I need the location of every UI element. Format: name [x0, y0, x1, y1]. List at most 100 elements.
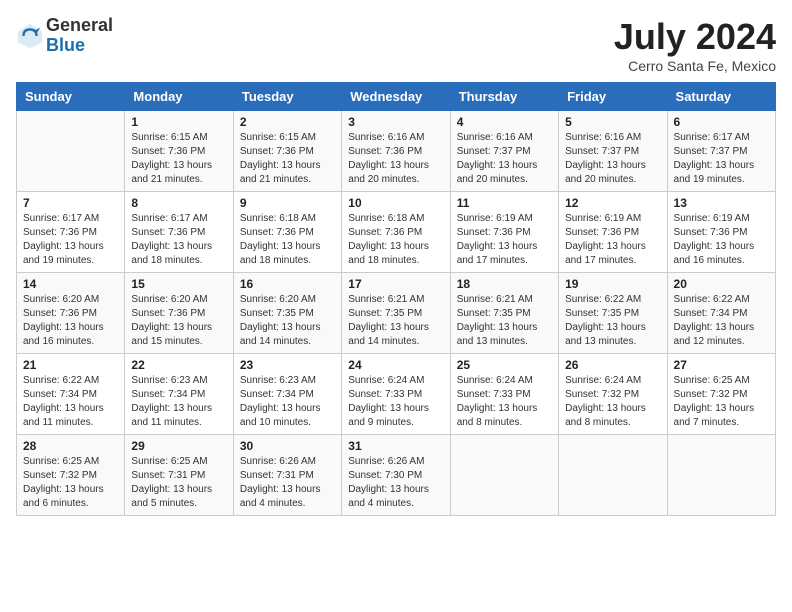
calendar-cell: 2 Sunrise: 6:15 AMSunset: 7:36 PMDaylight… [233, 111, 341, 192]
calendar-table: SundayMondayTuesdayWednesdayThursdayFrid… [16, 82, 776, 516]
day-number: 28 [23, 439, 118, 453]
day-info: Sunrise: 6:16 AMSunset: 7:37 PMDaylight:… [565, 131, 660, 187]
weekday-header-monday: Monday [125, 83, 233, 111]
day-info: Sunrise: 6:23 AMSunset: 7:34 PMDaylight:… [240, 374, 335, 430]
day-info: Sunrise: 6:24 AMSunset: 7:33 PMDaylight:… [348, 374, 443, 430]
day-number: 14 [23, 277, 118, 291]
page-header: General Blue July 2024 Cerro Santa Fe, M… [16, 16, 776, 74]
day-number: 6 [674, 115, 769, 129]
day-number: 2 [240, 115, 335, 129]
day-number: 9 [240, 196, 335, 210]
day-info: Sunrise: 6:19 AMSunset: 7:36 PMDaylight:… [674, 212, 769, 268]
day-number: 7 [23, 196, 118, 210]
calendar-cell: 1 Sunrise: 6:15 AMSunset: 7:36 PMDaylight… [125, 111, 233, 192]
day-number: 30 [240, 439, 335, 453]
day-info: Sunrise: 6:22 AMSunset: 7:34 PMDaylight:… [674, 293, 769, 349]
calendar-week-row: 28 Sunrise: 6:25 AMSunset: 7:32 PMDayligh… [17, 435, 776, 516]
day-info: Sunrise: 6:20 AMSunset: 7:36 PMDaylight:… [131, 293, 226, 349]
calendar-cell: 8 Sunrise: 6:17 AMSunset: 7:36 PMDaylight… [125, 192, 233, 273]
day-number: 13 [674, 196, 769, 210]
calendar-week-row: 1 Sunrise: 6:15 AMSunset: 7:36 PMDaylight… [17, 111, 776, 192]
day-number: 16 [240, 277, 335, 291]
calendar-cell: 10Sunrise: 6:18 AMSunset: 7:36 PMDayligh… [342, 192, 450, 273]
day-info: Sunrise: 6:26 AMSunset: 7:31 PMDaylight:… [240, 455, 335, 511]
calendar-cell: 27 Sunrise: 6:25 AMSunset: 7:32 PMDayligh… [667, 354, 775, 435]
calendar-cell: 18Sunrise: 6:21 AMSunset: 7:35 PMDayligh… [450, 273, 558, 354]
day-number: 11 [457, 196, 552, 210]
day-info: Sunrise: 6:22 AMSunset: 7:35 PMDaylight:… [565, 293, 660, 349]
calendar-cell: 26 Sunrise: 6:24 AMSunset: 7:32 PMDayligh… [559, 354, 667, 435]
calendar-cell [559, 435, 667, 516]
calendar-week-row: 14 Sunrise: 6:20 AMSunset: 7:36 PMDayligh… [17, 273, 776, 354]
calendar-cell: 23Sunrise: 6:23 AMSunset: 7:34 PMDayligh… [233, 354, 341, 435]
calendar-cell [17, 111, 125, 192]
day-info: Sunrise: 6:17 AMSunset: 7:36 PMDaylight:… [131, 212, 226, 268]
location-subtitle: Cerro Santa Fe, Mexico [614, 58, 776, 74]
calendar-cell [450, 435, 558, 516]
day-info: Sunrise: 6:25 AMSunset: 7:32 PMDaylight:… [674, 374, 769, 430]
calendar-cell: 9 Sunrise: 6:18 AMSunset: 7:36 PMDaylight… [233, 192, 341, 273]
calendar-cell: 15 Sunrise: 6:20 AMSunset: 7:36 PMDayligh… [125, 273, 233, 354]
day-info: Sunrise: 6:17 AMSunset: 7:37 PMDaylight:… [674, 131, 769, 187]
day-info: Sunrise: 6:25 AMSunset: 7:31 PMDaylight:… [131, 455, 226, 511]
day-info: Sunrise: 6:16 AMSunset: 7:36 PMDaylight:… [348, 131, 443, 187]
day-number: 26 [565, 358, 660, 372]
day-info: Sunrise: 6:24 AMSunset: 7:32 PMDaylight:… [565, 374, 660, 430]
day-info: Sunrise: 6:23 AMSunset: 7:34 PMDaylight:… [131, 374, 226, 430]
calendar-header-row: SundayMondayTuesdayWednesdayThursdayFrid… [17, 83, 776, 111]
day-number: 31 [348, 439, 443, 453]
calendar-cell: 13 Sunrise: 6:19 AMSunset: 7:36 PMDayligh… [667, 192, 775, 273]
day-number: 4 [457, 115, 552, 129]
day-number: 17 [348, 277, 443, 291]
day-number: 5 [565, 115, 660, 129]
day-info: Sunrise: 6:16 AMSunset: 7:37 PMDaylight:… [457, 131, 552, 187]
weekday-header-thursday: Thursday [450, 83, 558, 111]
day-number: 22 [131, 358, 226, 372]
day-number: 20 [674, 277, 769, 291]
month-title: July 2024 [614, 16, 776, 58]
calendar-week-row: 7 Sunrise: 6:17 AMSunset: 7:36 PMDaylight… [17, 192, 776, 273]
day-info: Sunrise: 6:19 AMSunset: 7:36 PMDaylight:… [565, 212, 660, 268]
calendar-cell [667, 435, 775, 516]
day-info: Sunrise: 6:25 AMSunset: 7:32 PMDaylight:… [23, 455, 118, 511]
calendar-cell: 21 Sunrise: 6:22 AMSunset: 7:34 PMDayligh… [17, 354, 125, 435]
calendar-cell: 25Sunrise: 6:24 AMSunset: 7:33 PMDayligh… [450, 354, 558, 435]
calendar-cell: 17 Sunrise: 6:21 AMSunset: 7:35 PMDayligh… [342, 273, 450, 354]
day-number: 24 [348, 358, 443, 372]
calendar-cell: 22 Sunrise: 6:23 AMSunset: 7:34 PMDayligh… [125, 354, 233, 435]
day-info: Sunrise: 6:18 AMSunset: 7:36 PMDaylight:… [240, 212, 335, 268]
calendar-cell: 6 Sunrise: 6:17 AMSunset: 7:37 PMDaylight… [667, 111, 775, 192]
day-number: 18 [457, 277, 552, 291]
day-number: 19 [565, 277, 660, 291]
weekday-header-sunday: Sunday [17, 83, 125, 111]
day-info: Sunrise: 6:15 AMSunset: 7:36 PMDaylight:… [240, 131, 335, 187]
calendar-cell: 5 Sunrise: 6:16 AMSunset: 7:37 PMDaylight… [559, 111, 667, 192]
calendar-cell: 4 Sunrise: 6:16 AMSunset: 7:37 PMDaylight… [450, 111, 558, 192]
weekday-header-friday: Friday [559, 83, 667, 111]
day-number: 1 [131, 115, 226, 129]
day-info: Sunrise: 6:18 AMSunset: 7:36 PMDaylight:… [348, 212, 443, 268]
day-info: Sunrise: 6:17 AMSunset: 7:36 PMDaylight:… [23, 212, 118, 268]
logo-icon [16, 22, 44, 50]
logo-blue-text: Blue [46, 36, 113, 56]
calendar-cell: 28 Sunrise: 6:25 AMSunset: 7:32 PMDayligh… [17, 435, 125, 516]
calendar-week-row: 21 Sunrise: 6:22 AMSunset: 7:34 PMDayligh… [17, 354, 776, 435]
logo-general-text: General [46, 16, 113, 36]
day-info: Sunrise: 6:20 AMSunset: 7:36 PMDaylight:… [23, 293, 118, 349]
day-info: Sunrise: 6:15 AMSunset: 7:36 PMDaylight:… [131, 131, 226, 187]
day-number: 8 [131, 196, 226, 210]
day-info: Sunrise: 6:22 AMSunset: 7:34 PMDaylight:… [23, 374, 118, 430]
weekday-header-tuesday: Tuesday [233, 83, 341, 111]
calendar-cell: 12Sunrise: 6:19 AMSunset: 7:36 PMDayligh… [559, 192, 667, 273]
title-block: July 2024 Cerro Santa Fe, Mexico [614, 16, 776, 74]
day-info: Sunrise: 6:19 AMSunset: 7:36 PMDaylight:… [457, 212, 552, 268]
calendar-cell: 29Sunrise: 6:25 AMSunset: 7:31 PMDayligh… [125, 435, 233, 516]
day-number: 27 [674, 358, 769, 372]
day-number: 21 [23, 358, 118, 372]
calendar-cell: 30 Sunrise: 6:26 AMSunset: 7:31 PMDayligh… [233, 435, 341, 516]
calendar-cell: 11 Sunrise: 6:19 AMSunset: 7:36 PMDayligh… [450, 192, 558, 273]
calendar-cell: 7 Sunrise: 6:17 AMSunset: 7:36 PMDaylight… [17, 192, 125, 273]
day-number: 15 [131, 277, 226, 291]
day-info: Sunrise: 6:20 AMSunset: 7:35 PMDaylight:… [240, 293, 335, 349]
day-info: Sunrise: 6:21 AMSunset: 7:35 PMDaylight:… [348, 293, 443, 349]
